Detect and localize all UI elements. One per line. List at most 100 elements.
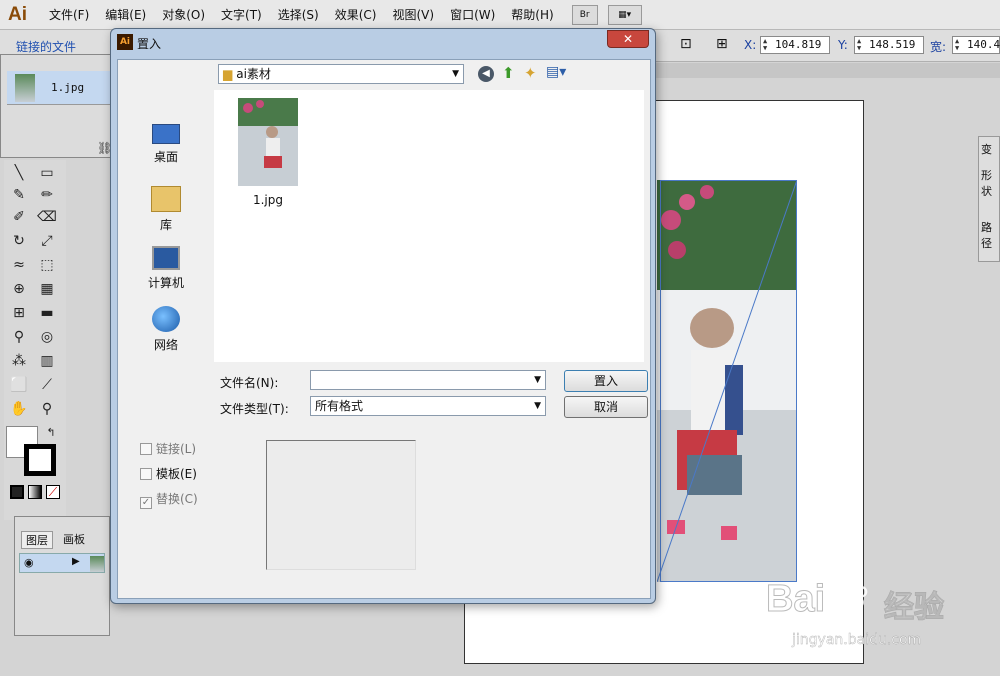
symbol-sprayer-tool-icon[interactable]: ⁂ — [8, 350, 30, 372]
watermark-url: jingyan.baidu.com — [792, 632, 922, 648]
width-spinner-icon[interactable]: ▲ ▼ — [955, 38, 959, 52]
swap-fill-stroke-icon[interactable]: ↰ — [40, 422, 62, 444]
perspective-grid-tool-icon[interactable]: ▦ — [36, 278, 58, 300]
watermark-brand-cn: 经验 — [884, 590, 945, 626]
filename-input[interactable]: ▼ — [310, 370, 546, 390]
free-transform-tool-icon[interactable]: ⬚ — [36, 254, 58, 276]
visibility-eye-icon[interactable]: ◉ — [24, 556, 34, 569]
place-computer[interactable]: 计算机 — [118, 246, 214, 291]
view-menu-icon[interactable]: ▤▾ — [546, 64, 566, 80]
pencil-tool-icon[interactable]: ✏ — [36, 184, 58, 206]
width-label: 宽: — [930, 40, 947, 54]
bridge-button[interactable]: Br — [571, 4, 598, 25]
transform-panel-tab[interactable]: 变 — [979, 137, 999, 161]
eyedropper-tool-icon[interactable]: ⚲ — [8, 326, 30, 348]
none-mode-icon[interactable]: ⟋ — [46, 485, 60, 499]
stroke-swatch[interactable] — [24, 444, 56, 476]
baidu-jingyan-watermark: Bai ❀ 经验 jingyan.baidu.com — [760, 562, 990, 656]
shape-builder-tool-icon[interactable]: ⊕ — [8, 278, 30, 300]
place-network[interactable]: 网络 — [118, 306, 214, 353]
zoom-tool-icon[interactable]: ⚲ — [36, 398, 58, 420]
path-label: 路径 — [981, 221, 992, 250]
cancel-button[interactable]: 取消 — [564, 396, 648, 418]
link-thumbnail — [15, 74, 35, 102]
folder-icon: ▆ — [223, 67, 233, 81]
document-tab-strip — [656, 63, 1000, 78]
selection-bounding-box[interactable] — [660, 180, 797, 582]
x-label: X: — [744, 38, 757, 52]
network-icon — [152, 306, 180, 332]
place-library[interactable]: 库 — [118, 186, 214, 233]
shape-label: 形状 — [981, 169, 992, 198]
mesh-tool-icon[interactable]: ⊞ — [8, 302, 30, 324]
new-folder-icon[interactable]: ✦ — [524, 64, 537, 82]
expand-triangle-icon[interactable]: ▶ — [72, 556, 80, 567]
chevron-down-icon[interactable]: ▼ — [534, 397, 541, 415]
y-spinner-icon[interactable]: ▲ ▼ — [857, 38, 861, 52]
back-icon[interactable]: ◀ — [478, 66, 494, 82]
file-list-view[interactable]: 1.jpg — [214, 90, 644, 362]
replace-checkbox[interactable]: ✓ 替换(C) — [140, 490, 198, 509]
checkbox-icon — [140, 468, 152, 480]
link-checkbox[interactable]: 链接(L) — [140, 440, 196, 457]
place-button[interactable]: 置入 — [564, 370, 648, 392]
gradient-mode-icon[interactable] — [28, 485, 42, 499]
menu-bar: Ai 文件(F) 编辑(E) 对象(O) 文字(T) 选择(S) 效果(C) 视… — [0, 0, 1000, 30]
scale-tool-icon[interactable]: ⤢ — [36, 230, 58, 252]
place-desktop[interactable]: 桌面 — [118, 124, 214, 165]
template-checkbox[interactable]: 模板(E) — [140, 465, 197, 482]
column-graph-tool-icon[interactable]: ▥ — [36, 350, 58, 372]
transform-panel-collapsed[interactable]: 变 形状 路径 — [978, 136, 1000, 262]
menu-edit[interactable]: 编辑(E) — [97, 4, 154, 26]
tab-layers[interactable]: 图层 — [21, 531, 53, 549]
paintbrush-tool-icon[interactable]: ✎ — [8, 184, 30, 206]
watermark-brand: Bai — [765, 578, 826, 621]
rectangle-tool-icon[interactable]: ▭ — [36, 162, 58, 184]
layer-row[interactable]: ◉ ▶ — [19, 553, 105, 573]
rotate-tool-icon[interactable]: ↻ — [8, 230, 30, 252]
color-mode-icon[interactable] — [10, 485, 24, 499]
eraser-tool-icon[interactable]: ⌫ — [36, 206, 58, 228]
hand-tool-icon[interactable]: ✋ — [8, 398, 30, 420]
transform-grid-icon[interactable]: ⊞ — [716, 36, 728, 52]
menu-select[interactable]: 选择(S) — [270, 4, 327, 26]
chevron-down-icon[interactable]: ▼ — [534, 371, 541, 389]
y-label: Y: — [838, 38, 848, 52]
x-field[interactable]: ▲ ▼ 104.819 — [760, 36, 830, 54]
menu-help[interactable]: 帮助(H) — [503, 4, 561, 26]
filetype-select[interactable]: 所有格式 ▼ — [310, 396, 546, 416]
dialog-body: ▆ ai素材 ▼ ◀ ⬆ ✦ ▤▾ 桌面 库 计算机 网络 1.jpg 文件名(… — [117, 59, 651, 599]
ai-app-icon: Ai — [117, 34, 133, 50]
place-dialog: Ai 置入 ✕ ▆ ai素材 ▼ ◀ ⬆ ✦ ▤▾ 桌面 库 计算机 网络 1.… — [110, 28, 656, 604]
layer-thumbnail — [90, 556, 104, 572]
app-logo: Ai — [8, 3, 27, 25]
menu-view[interactable]: 视图(V) — [384, 4, 442, 26]
line-tool-icon[interactable]: ╲ — [8, 162, 30, 184]
look-in-combo[interactable]: ▆ ai素材 ▼ — [218, 64, 464, 84]
y-field[interactable]: ▲ ▼ 148.519 — [854, 36, 924, 54]
artboard-tool-icon[interactable]: ⬜ — [8, 374, 30, 396]
linked-files-link[interactable]: 链接的文件 — [16, 38, 76, 55]
slice-tool-icon[interactable]: ⟋ — [36, 374, 58, 396]
reference-point-icon[interactable]: ⊡ — [680, 36, 692, 52]
menu-window[interactable]: 窗口(W) — [442, 4, 503, 26]
desktop-icon — [152, 124, 180, 144]
checkmark-icon: ✓ — [140, 497, 152, 509]
menu-effect[interactable]: 效果(C) — [327, 4, 385, 26]
file-item[interactable]: 1.jpg — [236, 98, 300, 207]
width-field[interactable]: ▲ ▼ 140.4 — [952, 36, 1000, 54]
blend-tool-icon[interactable]: ◎ — [36, 326, 58, 348]
x-spinner-icon[interactable]: ▲ ▼ — [763, 38, 767, 52]
up-folder-icon[interactable]: ⬆ — [502, 64, 515, 82]
menu-object[interactable]: 对象(O) — [154, 4, 213, 26]
gradient-tool-icon[interactable]: ▬ — [36, 302, 58, 324]
computer-icon — [152, 246, 180, 270]
menu-type[interactable]: 文字(T) — [213, 4, 270, 26]
blob-brush-tool-icon[interactable]: ✐ — [8, 206, 30, 228]
menu-file[interactable]: 文件(F) — [41, 4, 97, 26]
layers-panel: 图层 画板 ◉ ▶ — [14, 516, 110, 636]
warp-tool-icon[interactable]: ≈ — [8, 254, 30, 276]
tab-artboards[interactable]: 画板 — [59, 531, 89, 547]
arrange-documents-button[interactable]: ▦▾ — [607, 4, 642, 25]
dialog-close-button[interactable]: ✕ — [607, 30, 649, 48]
